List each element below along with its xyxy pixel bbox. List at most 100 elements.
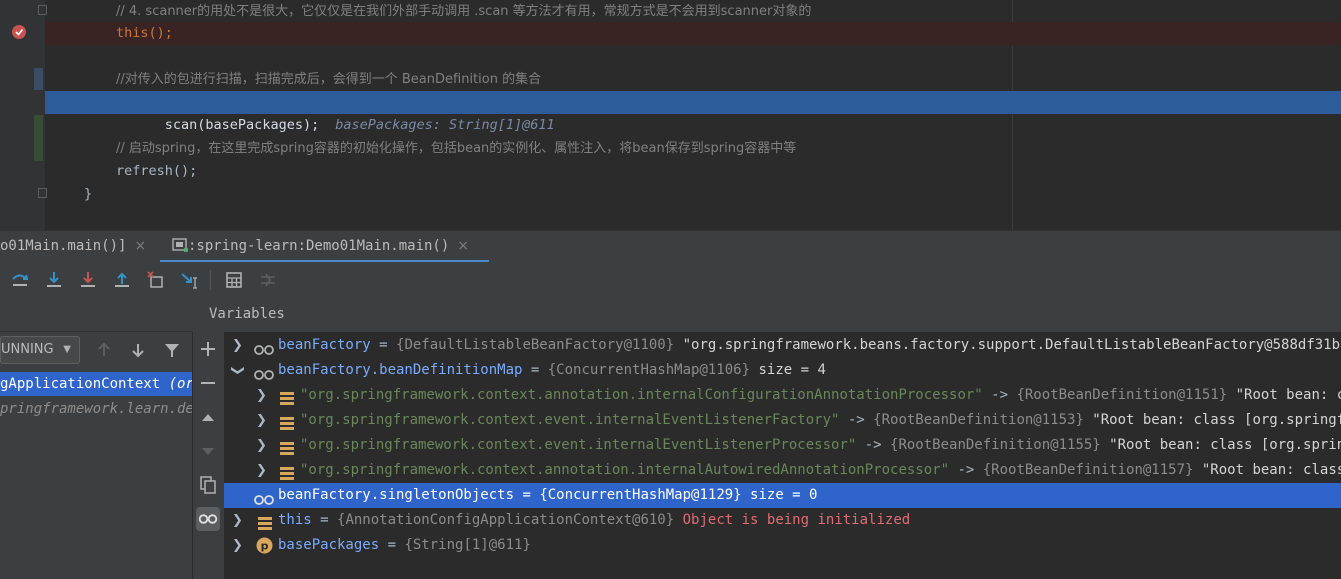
arrow-down-icon[interactable] — [128, 340, 148, 360]
map-arrow: -> — [949, 462, 983, 478]
code-line[interactable]: // 4. scanner的用处不是很大，它仅仅是在我们外部手动调用 .scan… — [0, 0, 1341, 23]
watch-glasses-icon — [254, 365, 274, 383]
close-icon[interactable]: × — [134, 238, 146, 254]
copy-icon[interactable] — [196, 473, 220, 497]
map-key: "org.springframework.context.annotation.… — [300, 387, 983, 403]
variables-header: Variables — [192, 298, 1341, 332]
expand-arrow-icon[interactable]: ❯ — [232, 533, 243, 558]
expand-arrow-icon[interactable]: ❯ — [232, 333, 243, 358]
variable-row-selected[interactable]: beanFactory.singletonObjects = {Concurre… — [224, 483, 1341, 508]
run-to-cursor-icon[interactable] — [180, 270, 200, 290]
show-watches-icon[interactable] — [196, 507, 220, 531]
variable-name: basePackages — [278, 537, 380, 553]
debug-tab-bar: o01Main.main()] × :spring-learn:Demo01Mai… — [0, 230, 1341, 263]
map-entry-icon — [280, 464, 294, 483]
map-key: "org.springframework.context.annotation.… — [300, 462, 950, 478]
tab-current-session[interactable]: :spring-learn:Demo01Main.main() × — [160, 231, 489, 263]
equals-sign: = — [379, 537, 405, 553]
code-editor[interactable]: // 4. scanner的用处不是很大，它仅仅是在我们外部手动调用 .scan… — [0, 0, 1341, 230]
code-line-breakpoint[interactable]: this(); — [45, 22, 1341, 45]
variable-row[interactable]: ❯ this = {AnnotationConfigApplicationCon… — [224, 508, 1341, 533]
step-out-icon[interactable] — [112, 270, 132, 290]
variable-value: "Root bean: class [org.sprin — [1100, 437, 1341, 453]
close-icon[interactable]: × — [457, 238, 469, 254]
variable-ref: {ConcurrentHashMap@1129} — [539, 487, 742, 503]
move-up-icon[interactable] — [196, 405, 220, 429]
filter-icon[interactable] — [162, 340, 182, 360]
move-down-icon[interactable] — [196, 439, 220, 463]
map-key: "org.springframework.context.event.inter… — [300, 437, 857, 453]
thread-select[interactable]: UNNING ▼ — [0, 336, 80, 364]
equals-sign: = — [311, 512, 338, 528]
variable-row[interactable]: ❯ beanFactory = {DefaultListableBeanFact… — [224, 333, 1341, 358]
variable-size: size = 0 — [741, 487, 818, 503]
stack-frame-item[interactable]: gApplicationContext (or — [0, 372, 192, 396]
expand-arrow-icon[interactable]: ❯ — [256, 383, 267, 408]
map-entry-row[interactable]: ❯ "org.springframework.context.event.int… — [224, 408, 1341, 433]
variable-status: Object is being initialized — [674, 512, 911, 528]
variable-row[interactable]: ❯ p basePackages = {String[1]@611} — [224, 533, 1341, 558]
step-over-icon[interactable] — [10, 270, 30, 290]
expand-arrow-icon[interactable]: ❯ — [256, 433, 267, 458]
variables-tree[interactable]: ❯ beanFactory = {DefaultListableBeanFact… — [224, 332, 1341, 579]
code-line[interactable]: //对传入的包进行扫描，扫描完成后，会得到一个 BeanDefinition 的… — [0, 68, 1341, 91]
toolbar-separator — [210, 270, 211, 290]
variables-title: Variables — [209, 306, 285, 322]
tab-label: :spring-learn:Demo01Main.main() — [188, 238, 450, 254]
variable-ref: {RootBeanDefinition@1153} — [873, 412, 1084, 428]
variable-value: "Root bean: c — [1227, 387, 1341, 403]
variable-row[interactable]: ❯ beanFactory.beanDefinitionMap = {Concu… — [224, 358, 1341, 383]
thread-status: UNNING — [1, 342, 54, 357]
expand-arrow-icon[interactable]: ❯ — [256, 458, 267, 483]
map-entry-row[interactable]: ❯ "org.springframework.context.event.int… — [224, 433, 1341, 458]
variable-size: size = 4 — [750, 362, 826, 378]
code-brace: } — [84, 186, 93, 202]
map-entry-icon — [280, 439, 294, 458]
code-line[interactable]: refresh(); — [0, 160, 1341, 183]
variable-ref: {ConcurrentHashMap@1106} — [547, 362, 751, 378]
tab-label: o01Main.main()] — [0, 238, 127, 254]
variable-ref: {DefaultListableBeanFactory@1100} — [396, 337, 675, 353]
stack-frame-item[interactable]: pringframework.learn.dem — [0, 397, 192, 421]
svg-text:p: p — [261, 540, 269, 553]
variable-ref: {AnnotationConfigApplicationContext@610} — [337, 512, 675, 528]
code-statement: refresh(); — [116, 163, 198, 179]
equals-sign: = — [370, 337, 397, 353]
expand-arrow-icon[interactable]: ❯ — [232, 508, 243, 533]
arrow-up-icon[interactable] — [94, 340, 114, 360]
map-arrow: -> — [856, 437, 891, 453]
watch-glasses-icon — [254, 490, 274, 508]
code-line[interactable]: // 启动spring，在这里完成spring容器的初始化操作，包括bean的实… — [0, 137, 1341, 160]
frame-method: gApplicationContext — [0, 376, 161, 392]
evaluate-expression-icon[interactable] — [224, 270, 244, 290]
map-entry-icon — [280, 414, 294, 433]
add-watch-icon[interactable] — [196, 337, 220, 361]
debug-session-icon — [172, 233, 189, 253]
force-step-into-icon[interactable] — [78, 270, 98, 290]
frame-method: pringframework.learn.dem — [0, 401, 192, 417]
drop-frame-icon[interactable] — [146, 270, 166, 290]
step-into-icon[interactable] — [44, 270, 64, 290]
chevron-down-icon: ▼ — [63, 344, 71, 355]
watch-glasses-icon — [254, 340, 274, 358]
tab-previous-session[interactable]: o01Main.main()] × — [0, 231, 146, 263]
trace-stream-icon[interactable] — [258, 270, 278, 290]
frame-class: (or — [168, 376, 192, 392]
remove-watch-icon[interactable] — [196, 371, 220, 395]
code-comment: //对传入的包进行扫描，扫描完成后，会得到一个 BeanDefinition 的… — [116, 72, 542, 87]
variable-name: beanFactory.beanDefinitionMap — [278, 362, 523, 378]
code-line[interactable]: } — [0, 183, 1341, 206]
variable-ref: {RootBeanDefinition@1151} — [1016, 387, 1228, 403]
variable-value: "Root bean: class — [1193, 462, 1341, 478]
code-line-current-execution[interactable]: scan(basePackages); basePackages: String[… — [45, 91, 1341, 133]
map-entry-row[interactable]: ❯ "org.springframework.context.annotatio… — [224, 458, 1341, 483]
equals-sign: = — [522, 362, 548, 378]
parameter-icon: p — [256, 537, 273, 558]
variable-ref: {RootBeanDefinition@1157} — [982, 462, 1194, 478]
frames-header — [0, 298, 192, 332]
expand-arrow-icon[interactable]: ❯ — [256, 408, 267, 433]
map-arrow: -> — [982, 387, 1017, 403]
map-entry-row[interactable]: ❯ "org.springframework.context.annotatio… — [224, 383, 1341, 408]
code-statement: scan(basePackages); — [164, 117, 320, 133]
collapse-arrow-icon[interactable]: ❯ — [225, 365, 250, 376]
